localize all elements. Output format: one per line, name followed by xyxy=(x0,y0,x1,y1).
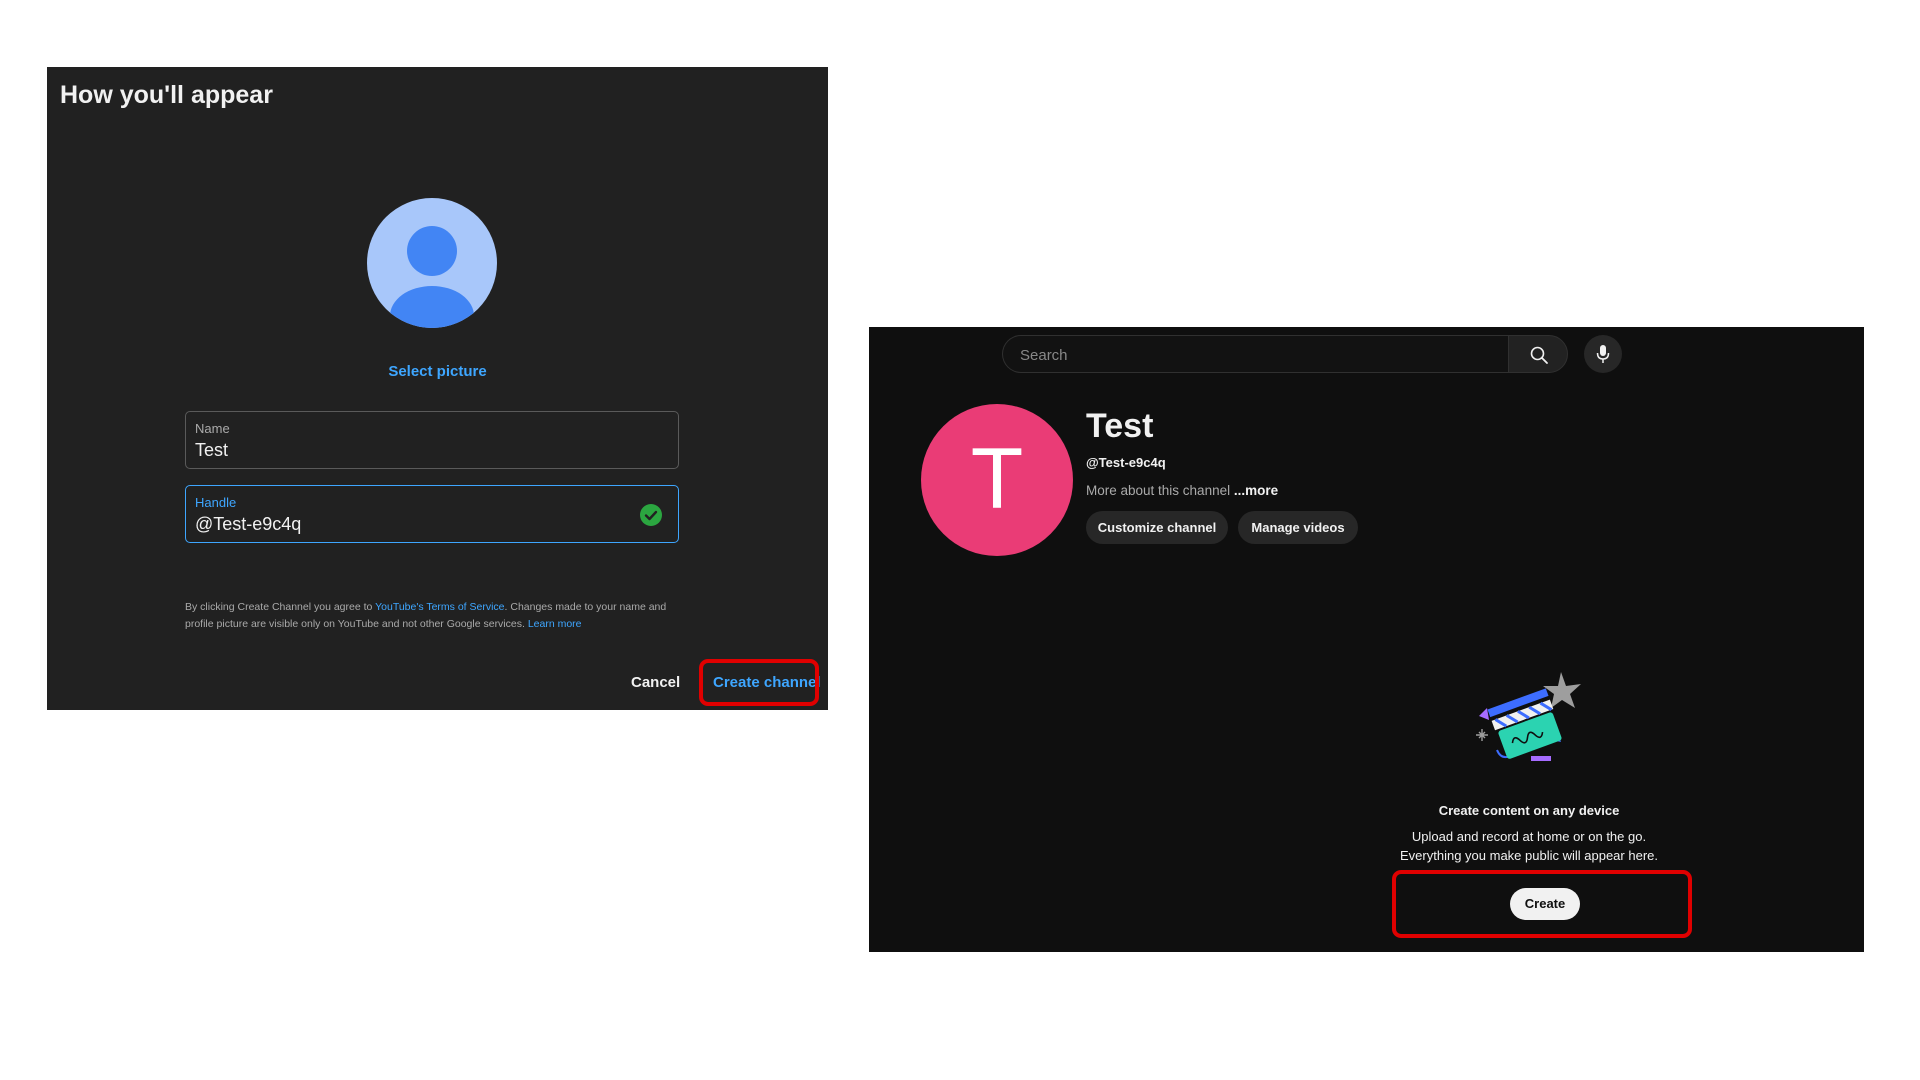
terms-of-service-link[interactable]: YouTube's Terms of Service xyxy=(375,601,504,613)
cancel-button[interactable]: Cancel xyxy=(631,674,680,691)
handle-field-label: Handle xyxy=(195,495,237,510)
empty-state-line2: Everything you make public will appear h… xyxy=(1400,848,1658,863)
highlight-box xyxy=(1392,870,1692,938)
search-input[interactable] xyxy=(1018,336,1492,374)
search-box[interactable] xyxy=(1002,335,1508,374)
customize-channel-button[interactable]: Customize channel xyxy=(1086,511,1228,544)
terms-prefix: By clicking Create Channel you agree to xyxy=(185,601,373,613)
channel-page: T Test @Test-e9c4q More about this chann… xyxy=(869,327,1864,952)
name-field-value[interactable]: Test xyxy=(195,440,228,461)
highlight-box xyxy=(699,659,819,706)
channel-handle: @Test-e9c4q xyxy=(1086,455,1166,470)
check-circle-icon xyxy=(640,504,662,526)
name-field[interactable]: Name Test xyxy=(185,411,679,469)
handle-field[interactable]: Handle @Test-e9c4q xyxy=(185,485,679,543)
search-icon xyxy=(1530,346,1548,364)
select-picture-link[interactable]: Select picture xyxy=(47,363,828,380)
manage-videos-button[interactable]: Manage videos xyxy=(1238,511,1358,544)
clapperboard-illustration xyxy=(1476,672,1581,761)
voice-search-button[interactable] xyxy=(1584,335,1622,373)
search-button[interactable] xyxy=(1508,335,1568,373)
name-field-label: Name xyxy=(195,421,230,436)
default-avatar-icon[interactable] xyxy=(367,198,497,328)
create-channel-dialog: How you'll appear Select picture Name Te… xyxy=(47,67,828,710)
empty-state-title: Create content on any device xyxy=(1438,803,1620,818)
terms-notice: By clicking Create Channel you agree to … xyxy=(185,599,685,633)
learn-more-link[interactable]: Learn more xyxy=(528,618,582,630)
channel-avatar[interactable]: T xyxy=(921,404,1073,556)
more-link[interactable]: ...more xyxy=(1234,483,1278,498)
channel-about-text: More about this channel xyxy=(1086,483,1231,498)
handle-field-value[interactable]: @Test-e9c4q xyxy=(195,514,301,535)
channel-name: Test xyxy=(1086,407,1154,445)
dialog-title: How you'll appear xyxy=(60,81,273,109)
microphone-icon xyxy=(1596,345,1610,363)
empty-state-line1: Upload and record at home or on the go. xyxy=(1411,829,1647,844)
channel-about[interactable]: More about this channel ...more xyxy=(1086,483,1278,498)
